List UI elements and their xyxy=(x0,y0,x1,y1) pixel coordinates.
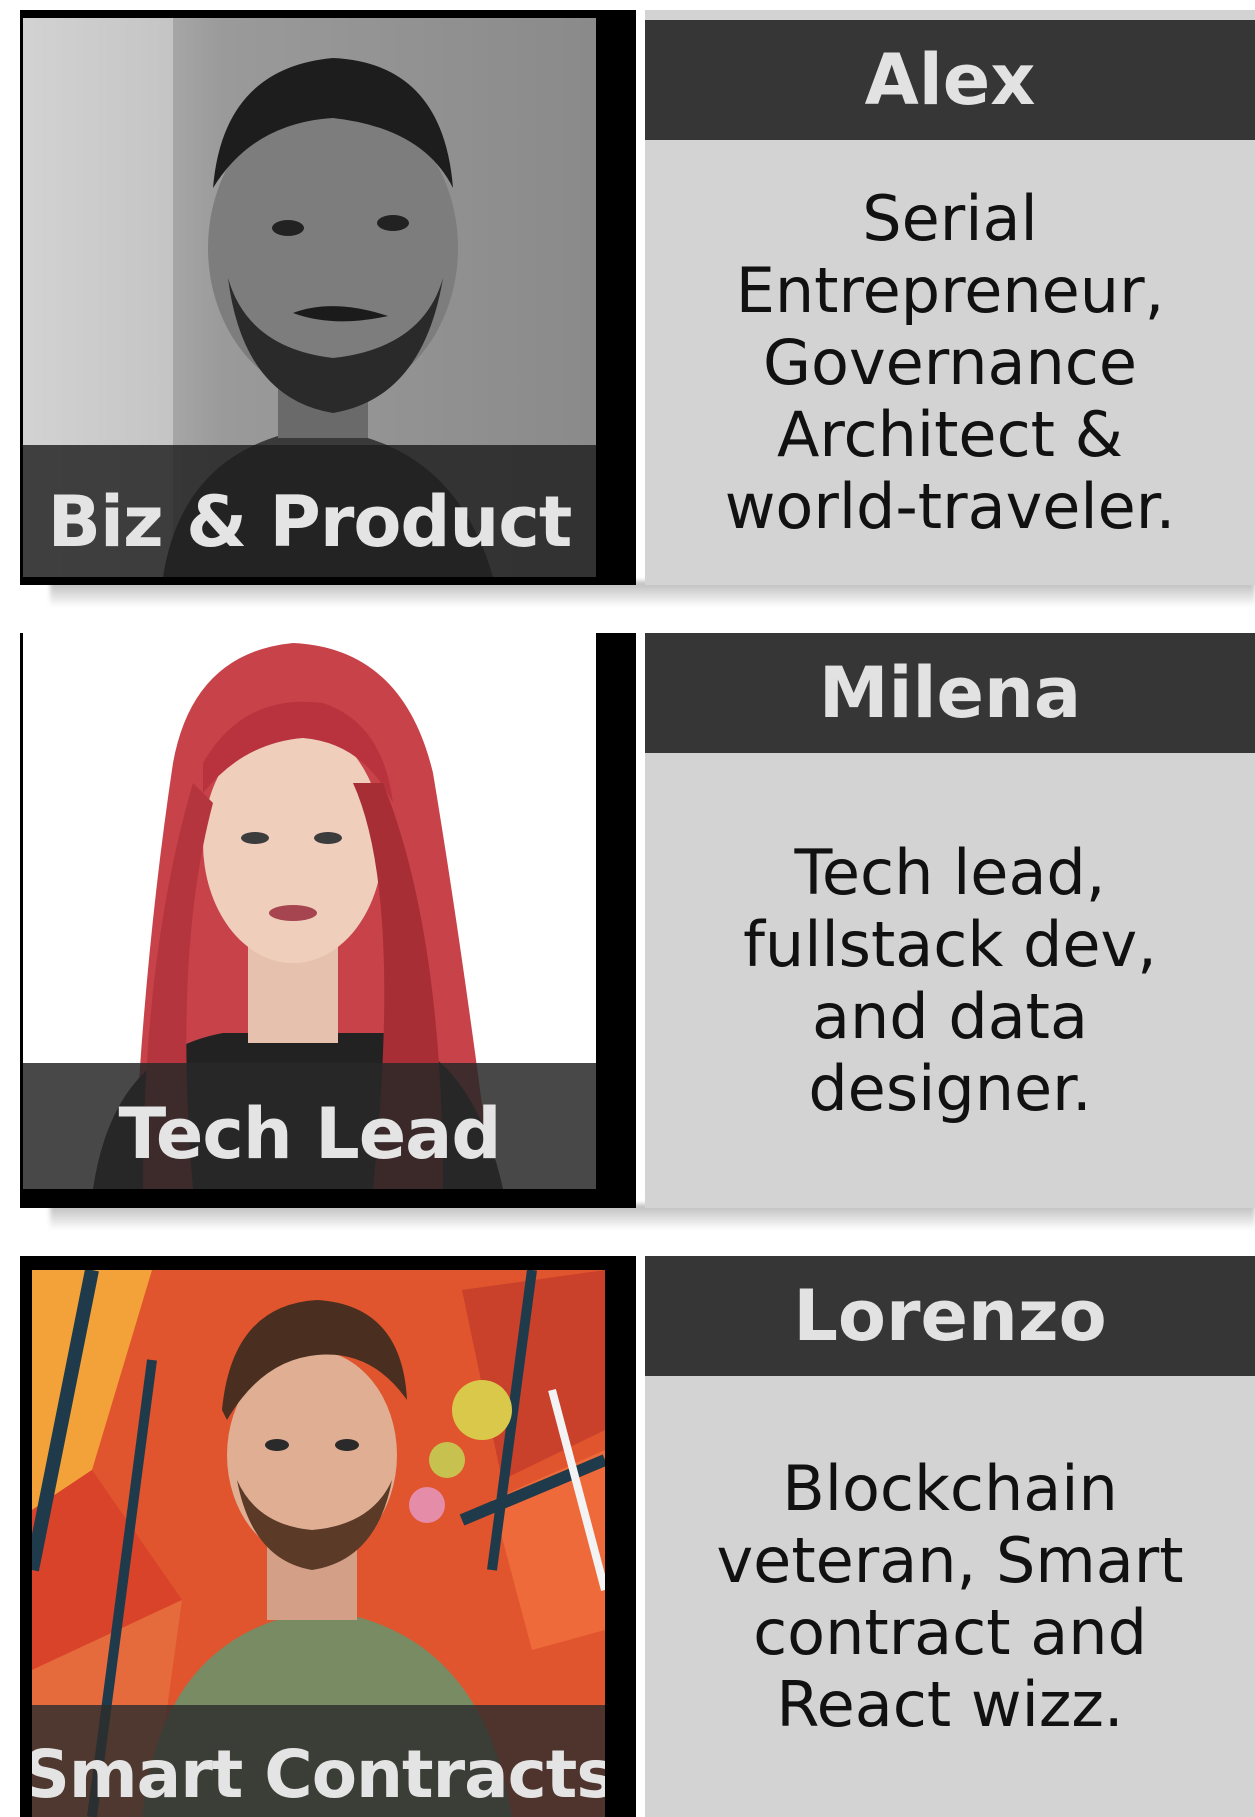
role-banner: Smart Contracts xyxy=(32,1705,605,1817)
bio-area: Serial Entrepreneur, Governance Architec… xyxy=(645,140,1255,585)
member-bio: Serial Entrepreneur, Governance Architec… xyxy=(724,181,1176,543)
role-banner: Biz & Product xyxy=(23,445,596,577)
team-photo-lorenzo: Smart Contracts xyxy=(32,1270,605,1817)
role-label: Biz & Product xyxy=(47,481,573,563)
role-label: Tech Lead xyxy=(118,1093,501,1175)
info-panel: Lorenzo Blockchain veteran, Smart contra… xyxy=(645,1256,1255,1817)
team-card-alex: Biz & Product Alex Serial Entrepreneur, … xyxy=(20,10,1255,607)
name-bar: Milena xyxy=(645,633,1255,753)
team-card-lorenzo: Smart Contracts Lorenzo Blockchain veter… xyxy=(20,1256,1255,1817)
info-panel: Milena Tech lead, fullstack dev, and dat… xyxy=(645,633,1255,1208)
bio-area: Blockchain veteran, Smart contract and R… xyxy=(645,1376,1255,1817)
team-photo-milena: Tech Lead xyxy=(23,633,596,1189)
role-label: Smart Contracts xyxy=(32,1736,605,1813)
photo-frame: Biz & Product xyxy=(20,10,636,585)
photo-frame: Smart Contracts xyxy=(20,1256,636,1817)
role-banner: Tech Lead xyxy=(23,1063,596,1189)
member-bio: Blockchain veteran, Smart contract and R… xyxy=(716,1451,1184,1741)
member-name: Lorenzo xyxy=(793,1275,1107,1357)
name-bar: Alex xyxy=(645,20,1255,140)
photo-frame: Tech Lead xyxy=(20,633,636,1208)
info-panel: Alex Serial Entrepreneur, Governance Arc… xyxy=(645,10,1255,585)
team-page: Biz & Product Alex Serial Entrepreneur, … xyxy=(0,0,1255,1817)
team-photo-alex: Biz & Product xyxy=(23,18,596,577)
team-card-milena: Tech Lead Milena Tech lead, fullstack de… xyxy=(20,633,1255,1230)
name-bar: Lorenzo xyxy=(645,1256,1255,1376)
member-name: Alex xyxy=(864,39,1036,121)
bio-area: Tech lead, fullstack dev, and data desig… xyxy=(645,753,1255,1208)
member-name: Milena xyxy=(818,652,1082,734)
member-bio: Tech lead, fullstack dev, and data desig… xyxy=(743,835,1157,1125)
